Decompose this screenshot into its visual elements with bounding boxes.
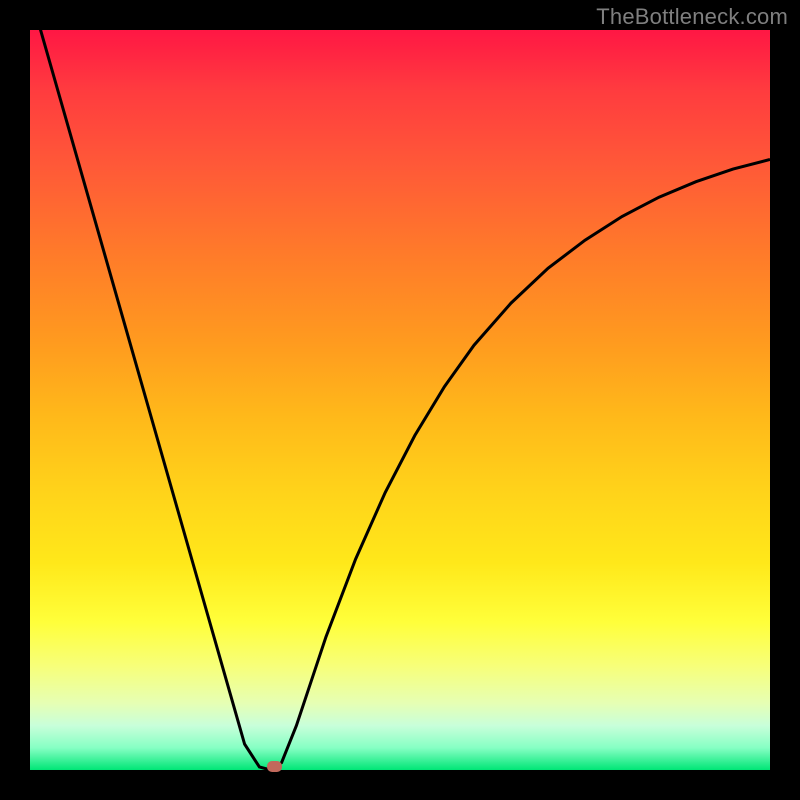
chart-plot-area [30, 30, 770, 770]
bottleneck-curve [30, 30, 770, 770]
chart-frame: TheBottleneck.com [0, 0, 800, 800]
optimal-point-marker [267, 761, 282, 772]
curve-path [30, 30, 770, 770]
watermark-text: TheBottleneck.com [596, 4, 788, 30]
